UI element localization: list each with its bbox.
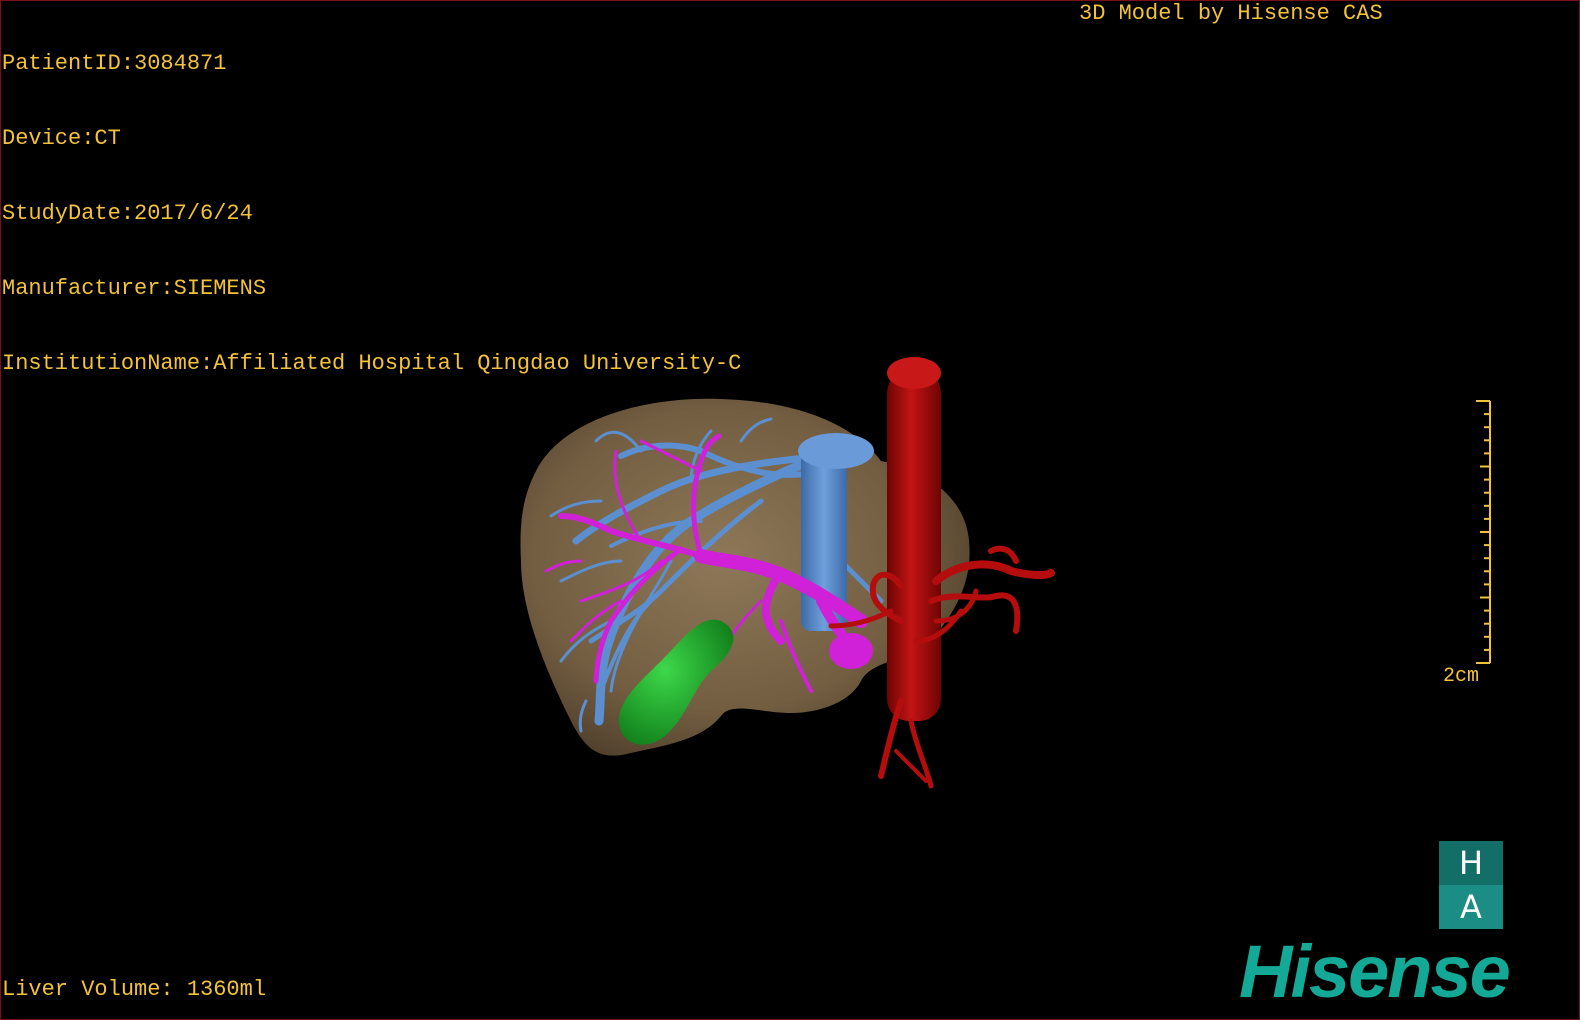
ha-logo: H A [1439, 841, 1503, 929]
model-credit: 3D Model by Hisense CAS [1079, 1, 1383, 26]
hisense-brand-logo: Hisense [1239, 930, 1511, 1013]
device: Device:CT [2, 126, 121, 151]
dicom-info-overlay: PatientID:3084871 Device:CT StudyDate:20… [2, 1, 741, 426]
portal-confluence [829, 633, 873, 669]
ivc-top [798, 433, 874, 469]
scale-bar [1476, 400, 1491, 664]
institution-name: InstitutionName:Affiliated Hospital Qing… [2, 351, 742, 376]
3d-viewer[interactable]: PatientID:3084871 Device:CT StudyDate:20… [0, 0, 1580, 1020]
study-date: StudyDate:2017/6/24 [2, 201, 253, 226]
scale-bar-label: 2cm [1443, 665, 1480, 688]
aorta [887, 371, 941, 721]
ha-logo-bottom: A [1439, 885, 1503, 929]
patient-id: PatientID:3084871 [2, 51, 227, 76]
manufacturer: Manufacturer:SIEMENS [2, 276, 267, 301]
liver-volume: Liver Volume: 1360ml [2, 977, 267, 1002]
aorta-top [887, 357, 941, 389]
ha-logo-top: H [1439, 841, 1503, 885]
